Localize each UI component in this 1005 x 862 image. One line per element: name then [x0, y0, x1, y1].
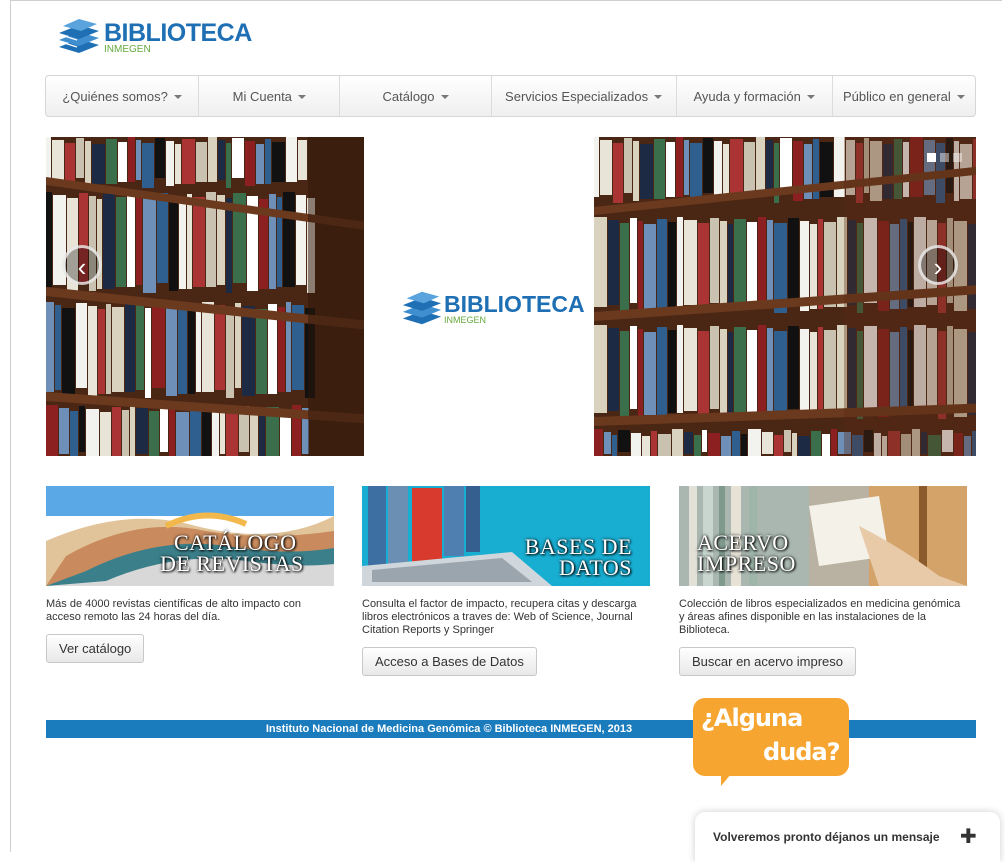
carousel-logo-subtitle: INMEGEN	[444, 315, 487, 325]
chevron-right-icon: ›	[933, 252, 943, 282]
caret-down-icon	[654, 95, 663, 99]
carousel-dot[interactable]	[953, 153, 962, 162]
books-logo-icon	[59, 19, 99, 53]
buscar-acervo-impreso-button[interactable]: Buscar en acervo impreso	[679, 647, 857, 676]
nav-item-publico[interactable]: Público en general	[833, 76, 975, 116]
bases-banner-text: BASES DE DATOS	[520, 534, 632, 580]
carousel-dot[interactable]	[940, 153, 949, 162]
carousel-dot[interactable]	[927, 153, 936, 162]
chat-widget[interactable]: Volveremos pronto déjanos un mensaje ✚	[695, 812, 1000, 862]
plus-icon[interactable]: ✚	[960, 824, 977, 849]
help-bubble[interactable]: ¿Alguna duda?	[693, 698, 849, 786]
chat-label: Volveremos pronto déjanos un mensaje	[713, 830, 940, 844]
nav-label: ¿Quiénes somos?	[62, 88, 168, 104]
main-nav: ¿Quiénes somos? Mi Cuenta Catálogo Servi…	[45, 75, 976, 117]
help-bubble-line2: duda?	[763, 738, 841, 766]
nav-item-quienes-somos[interactable]: ¿Quiénes somos?	[46, 76, 200, 116]
nav-label: Público en general	[843, 88, 951, 104]
banner-line: BASES DE	[524, 534, 632, 559]
caret-down-icon	[297, 95, 306, 99]
bookshelf-image-right	[594, 137, 976, 456]
nav-item-servicios[interactable]: Servicios Especializados	[492, 76, 677, 116]
help-bubble-line1: ¿Alguna	[701, 704, 803, 732]
hero-carousel[interactable]: BIBLIOTECA INMEGEN ‹ ›	[46, 137, 976, 456]
nav-label: Catálogo	[382, 88, 435, 104]
feature-catalogo-revistas: CATÁLOGO DE REVISTAS Más de 4000 revista…	[46, 486, 334, 663]
banner-line: ACERVO	[697, 530, 789, 555]
acervo-banner-text: ACERVO IMPRESO	[697, 530, 796, 576]
bookshelf-image-left	[46, 137, 364, 456]
catalogo-revistas-banner[interactable]: CATÁLOGO DE REVISTAS	[46, 486, 334, 586]
chevron-left-icon: ‹	[77, 252, 87, 282]
bases-de-datos-banner[interactable]: BASES DE DATOS	[362, 486, 650, 586]
feature-description: Colección de libros especializados en me…	[679, 598, 961, 636]
caret-down-icon	[806, 95, 815, 99]
footer-copyright: Instituto Nacional de Medicina Genómica …	[265, 723, 633, 735]
nav-item-catalogo[interactable]: Catálogo	[340, 76, 492, 116]
acceso-bases-de-datos-button[interactable]: Acceso a Bases de Datos	[362, 647, 537, 676]
carousel-indicators	[927, 153, 962, 162]
banner-line: CATÁLOGO	[174, 530, 297, 555]
ver-catalogo-button[interactable]: Ver catálogo	[46, 634, 145, 663]
banner-line: DE REVISTAS	[160, 551, 304, 576]
feature-description: Más de 4000 revistas científicas de alto…	[46, 598, 301, 623]
books-logo-icon	[402, 291, 442, 325]
feature-bases-de-datos: BASES DE DATOS Consulta el factor de imp…	[362, 486, 650, 676]
caret-down-icon	[956, 95, 965, 99]
catalogo-banner-text: CATÁLOGO DE REVISTAS	[160, 530, 304, 575]
carousel-next-button[interactable]: ›	[918, 245, 958, 285]
banner-line: IMPRESO	[697, 551, 796, 576]
carousel-prev-button[interactable]: ‹	[62, 245, 102, 285]
caret-down-icon	[173, 95, 182, 99]
nav-label: Ayuda y formación	[693, 88, 801, 104]
banner-line: DATOS	[558, 555, 632, 580]
nav-item-ayuda[interactable]: Ayuda y formación	[677, 76, 833, 116]
nav-item-mi-cuenta[interactable]: Mi Cuenta	[199, 76, 341, 116]
acervo-impreso-banner[interactable]: ACERVO IMPRESO	[679, 486, 967, 586]
brand-logo[interactable]: BIBLIOTECA INMEGEN	[55, 17, 255, 55]
feature-acervo-impreso: ACERVO IMPRESO Colección de libros espec…	[679, 486, 967, 676]
caret-down-icon	[440, 95, 449, 99]
nav-label: Mi Cuenta	[232, 88, 292, 104]
brand-subtitle: INMEGEN	[104, 44, 151, 55]
nav-label: Servicios Especializados	[505, 88, 649, 104]
feature-description: Consulta el factor de impacto, recupera …	[362, 598, 637, 636]
carousel-logo-title: BIBLIOTECA	[444, 291, 585, 317]
